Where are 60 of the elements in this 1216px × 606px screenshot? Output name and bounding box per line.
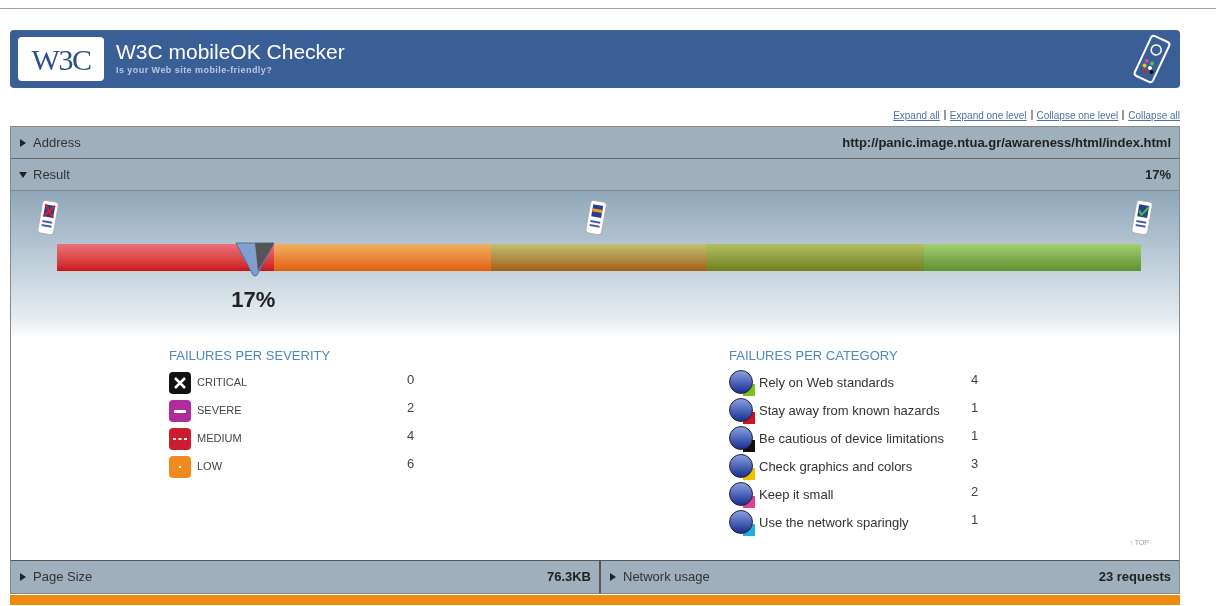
address-bar[interactable]: Address http://panic.image.ntua.gr/awareness/html/index.html <box>11 127 1179 159</box>
category-globe-icon <box>729 369 755 396</box>
category-label: Use the network sparingly <box>759 513 910 532</box>
meter-reading: 17% <box>231 286 276 314</box>
category-globe-icon <box>729 453 755 480</box>
section-value: 76.3KB <box>546 568 591 587</box>
failure-count: 6 <box>407 454 415 473</box>
failure-count: 0 <box>407 370 415 389</box>
toolbar-link[interactable]: Expand one level <box>949 107 1027 123</box>
category-label: Be cautious of device limitations <box>759 429 945 448</box>
critical-severity-icon <box>169 371 191 394</box>
toolbar-link[interactable]: Collapse all <box>1128 107 1180 123</box>
section-label: Network usage <box>623 568 710 587</box>
category-globe-icon <box>729 397 755 424</box>
severity-label: MEDIUM <box>197 431 243 447</box>
category-globe-icon <box>729 481 755 508</box>
category-label: Stay away from known hazards <box>759 401 941 420</box>
severity-label: SEVERE <box>197 403 243 419</box>
neutral-phone-icon <box>585 199 607 237</box>
failure-count: 3 <box>971 454 979 473</box>
toolbar-link[interactable]: Collapse one level <box>1036 107 1119 123</box>
severity-label: CRITICAL <box>197 375 249 391</box>
section-label: Page Size <box>33 568 93 587</box>
category-globe-icon <box>729 509 755 536</box>
logo: W3C <box>18 37 104 81</box>
section-value: 17% <box>1144 165 1171 184</box>
toolbar-link[interactable]: Expand all <box>893 107 940 123</box>
section-value: 23 requests <box>1098 568 1171 587</box>
section-value: http://panic.image.ntua.gr/awareness/html/index.html <box>842 133 1171 152</box>
failure-count: 2 <box>971 482 979 501</box>
category-label: Rely on Web standards <box>759 373 895 392</box>
severity-label: LOW <box>197 459 224 475</box>
result-bar[interactable]: Result 17% <box>11 159 1179 191</box>
severe-severity-icon <box>169 399 191 422</box>
app-title: W3C mobileOK Checker <box>116 40 345 65</box>
mobile-phone-icon <box>1132 33 1172 85</box>
section-label: Address <box>33 133 81 152</box>
category-globe-icon <box>729 425 755 452</box>
failure-count: 1 <box>971 426 979 445</box>
low-severity-icon <box>169 455 191 478</box>
failure-count: 4 <box>971 370 979 389</box>
failure-count: 1 <box>971 510 979 529</box>
collapse-caret-icon <box>19 170 27 179</box>
medium-severity-icon <box>169 427 191 450</box>
ticked-phone-icon <box>1131 199 1153 237</box>
section-bar[interactable]: Page Size 76.3KB <box>11 561 601 593</box>
crossed-phone-icon <box>37 199 59 237</box>
expand-caret-icon <box>609 573 617 581</box>
app-subtitle: Is your Web site mobile-friendly? <box>116 64 274 78</box>
category-label: Keep it small <box>759 485 835 504</box>
section-heading: FAILURES PER CATEGORY <box>729 347 899 365</box>
failure-count: 4 <box>407 426 415 445</box>
section-bar[interactable]: Network usage 23 requests <box>601 561 1179 593</box>
expand-caret-icon <box>19 138 27 147</box>
category-label: Check graphics and colors <box>759 457 914 476</box>
expand-caret-icon <box>19 573 27 581</box>
failure-count: 2 <box>407 398 415 417</box>
section-heading: FAILURES PER SEVERITY <box>169 347 332 365</box>
section-label: Result <box>33 165 70 184</box>
failure-count: 1 <box>971 398 979 417</box>
